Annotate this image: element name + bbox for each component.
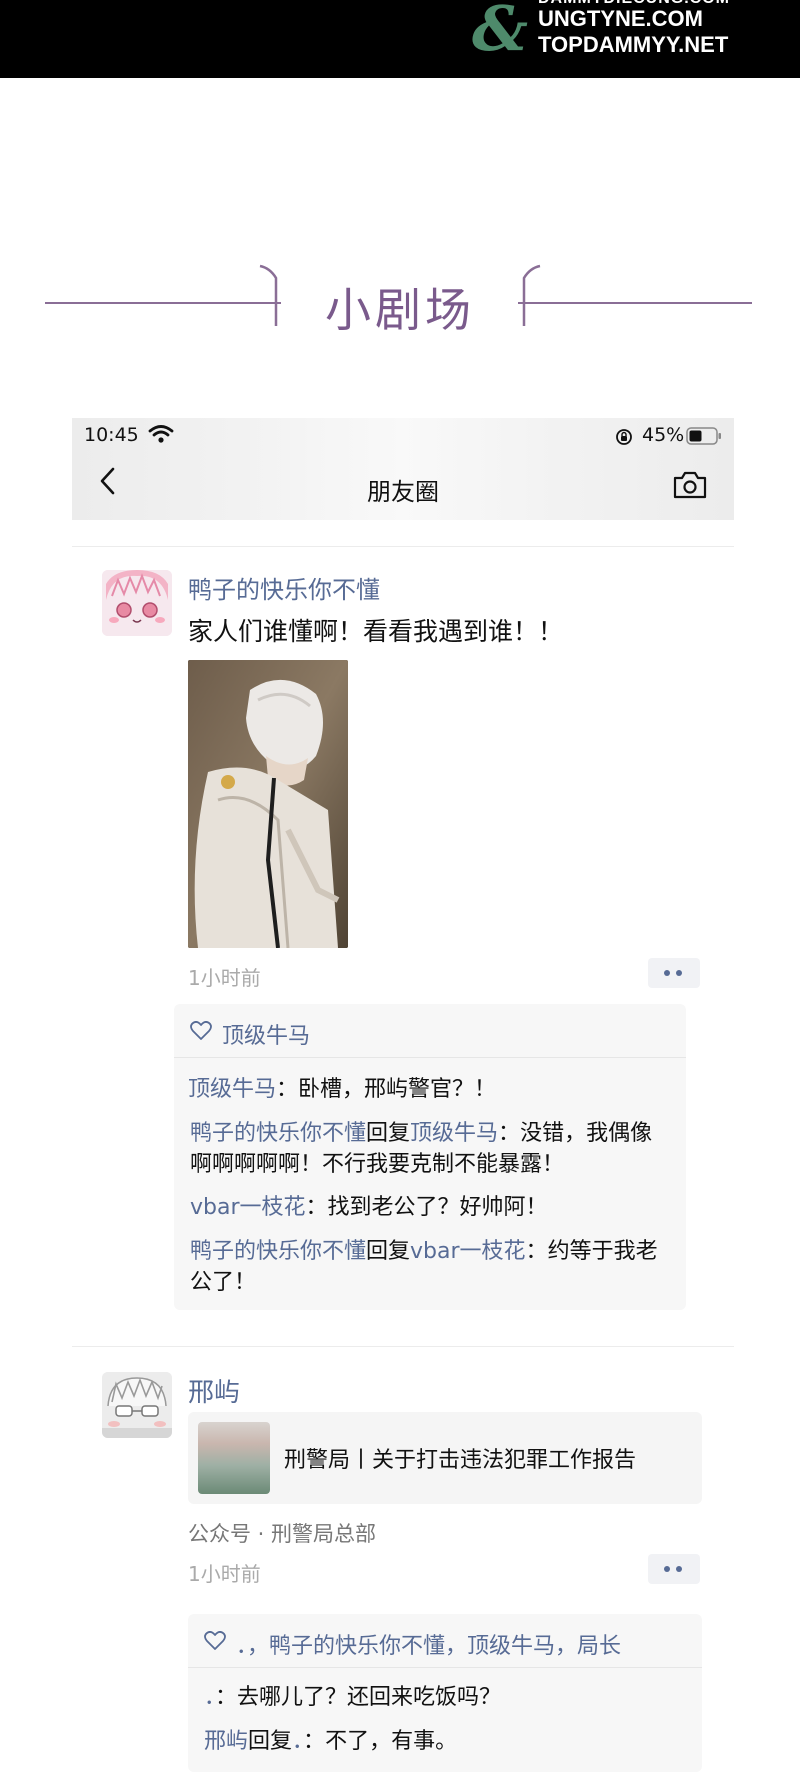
comment-separator: ： bbox=[525, 1239, 548, 1264]
comment-reply-word: 回复 bbox=[366, 1239, 411, 1264]
nav-title: 朋友圈 bbox=[367, 478, 439, 506]
comments-box: 顶级牛马 顶级牛马：卧槽，邢屿警官？！ 鸭子的快乐你不懂回复顶级牛马：没错，我偶… bbox=[174, 1004, 686, 1310]
comment-separator: ： bbox=[303, 1729, 326, 1754]
dot-icon bbox=[664, 970, 670, 976]
comment-author[interactable]: 邢屿 bbox=[204, 1729, 248, 1754]
likes-names[interactable]: 顶级牛马 bbox=[222, 1018, 310, 1050]
comments-box: ．，鸭子的快乐你不懂，顶级牛马，局长 ．：去哪儿了？还回来吃饭吗？ 邢屿回复．：… bbox=[188, 1614, 702, 1772]
likes-row: ．，鸭子的快乐你不懂，顶级牛马，局长 bbox=[188, 1614, 702, 1668]
section-heading: 小剧场 bbox=[0, 262, 800, 337]
comment-reply-word: 回复 bbox=[366, 1121, 411, 1146]
link-card[interactable]: 刑警局丨关于打击违法犯罪工作报告 bbox=[188, 1412, 702, 1504]
comment-author[interactable]: vbar一枝花 bbox=[190, 1195, 306, 1220]
post-time: 1小时前 bbox=[188, 966, 261, 990]
dot-icon bbox=[664, 1566, 670, 1572]
comment-separator: ： bbox=[215, 1685, 238, 1710]
ampersand-logo-icon: & bbox=[472, 0, 528, 65]
comment-separator: ： bbox=[498, 1121, 521, 1146]
comment-reply-word: 回复 bbox=[248, 1729, 293, 1754]
comment-target[interactable]: 顶级牛马 bbox=[410, 1121, 498, 1146]
rotation-lock-icon bbox=[616, 429, 632, 445]
comment-text: 去哪儿了？还回来吃饭吗？ bbox=[237, 1685, 502, 1710]
comment: 鸭子的快乐你不懂回复顶级牛马：没错，我偶像啊啊啊啊啊！不行我要克制不能暴露！ bbox=[190, 1118, 674, 1180]
dot-icon bbox=[676, 1566, 682, 1572]
comment-author[interactable]: ． bbox=[204, 1685, 215, 1710]
avatar[interactable] bbox=[102, 570, 172, 636]
comment-author[interactable]: 鸭子的快乐你不懂 bbox=[190, 1121, 366, 1146]
heading-right-line bbox=[518, 302, 752, 304]
heart-icon bbox=[204, 1631, 226, 1650]
post-image[interactable] bbox=[188, 660, 348, 948]
battery-icon bbox=[686, 427, 721, 445]
link-thumbnail bbox=[198, 1422, 270, 1494]
camera-icon[interactable] bbox=[672, 470, 708, 500]
likes-names[interactable]: ．，鸭子的快乐你不懂，顶级牛马，局长 bbox=[236, 1628, 621, 1660]
watermark-line-1: UNGTYNE.COM bbox=[538, 6, 703, 31]
comment-text: 不了，有事。 bbox=[325, 1729, 458, 1754]
heading-right-bracket-icon bbox=[522, 264, 541, 326]
link-source[interactable]: 公众号 · 刑警局总部 bbox=[188, 1518, 376, 1548]
more-options-button[interactable] bbox=[648, 958, 700, 988]
comment: ．：去哪儿了？还回来吃饭吗？ bbox=[204, 1682, 688, 1713]
wifi-icon bbox=[148, 425, 174, 443]
avatar[interactable] bbox=[102, 1372, 172, 1438]
section-title: 小剧场 bbox=[325, 283, 475, 337]
comment-text: 卧槽，邢屿警官？！ bbox=[298, 1077, 497, 1102]
watermark-line-2: TOPDAMMYY.NET bbox=[538, 32, 729, 57]
heart-icon bbox=[190, 1021, 212, 1040]
comment-author[interactable]: 顶级牛马 bbox=[188, 1077, 276, 1102]
link-title: 刑警局丨关于打击违法犯罪工作报告 bbox=[284, 1448, 637, 1473]
comment-target[interactable]: ． bbox=[292, 1729, 303, 1754]
phone-header: 10:45 45% 朋友圈 bbox=[72, 418, 734, 520]
comment-separator: ： bbox=[305, 1195, 328, 1220]
divider bbox=[72, 546, 734, 547]
comment-text: 找到老公了？好帅阿！ bbox=[327, 1195, 548, 1220]
likes-row: 顶级牛马 bbox=[174, 1004, 686, 1058]
dot-icon bbox=[676, 970, 682, 976]
battery-percent: 45% bbox=[642, 424, 685, 446]
post-time: 1小时前 bbox=[188, 1562, 261, 1586]
comment-author[interactable]: 鸭子的快乐你不懂 bbox=[190, 1239, 366, 1264]
post-username[interactable]: 鸭子的快乐你不懂 bbox=[188, 570, 380, 605]
more-options-button[interactable] bbox=[648, 1554, 700, 1584]
status-time: 10:45 bbox=[84, 424, 139, 446]
watermark-banner: & DAMMYDIECUNG.COM UNGTYNE.COM TOPDAMMYY… bbox=[0, 0, 800, 78]
post-text: 家人们谁懂啊！看看我遇到谁！！ bbox=[188, 617, 564, 646]
comment: 顶级牛马：卧槽，邢屿警官？！ bbox=[188, 1074, 668, 1105]
comment: 鸭子的快乐你不懂回复vbar一枝花：约等于我老公了！ bbox=[190, 1236, 674, 1298]
post-username[interactable]: 邢屿 bbox=[188, 1372, 240, 1409]
comment-target[interactable]: vbar一枝花 bbox=[410, 1239, 526, 1264]
divider bbox=[72, 1346, 734, 1347]
watermark-logo: & DAMMYDIECUNG.COM UNGTYNE.COM TOPDAMMYY… bbox=[472, 0, 772, 65]
comment: 邢屿回复．：不了，有事。 bbox=[204, 1726, 688, 1757]
comment-separator: ： bbox=[276, 1077, 299, 1102]
comment: vbar一枝花：找到老公了？好帅阿！ bbox=[190, 1192, 674, 1223]
